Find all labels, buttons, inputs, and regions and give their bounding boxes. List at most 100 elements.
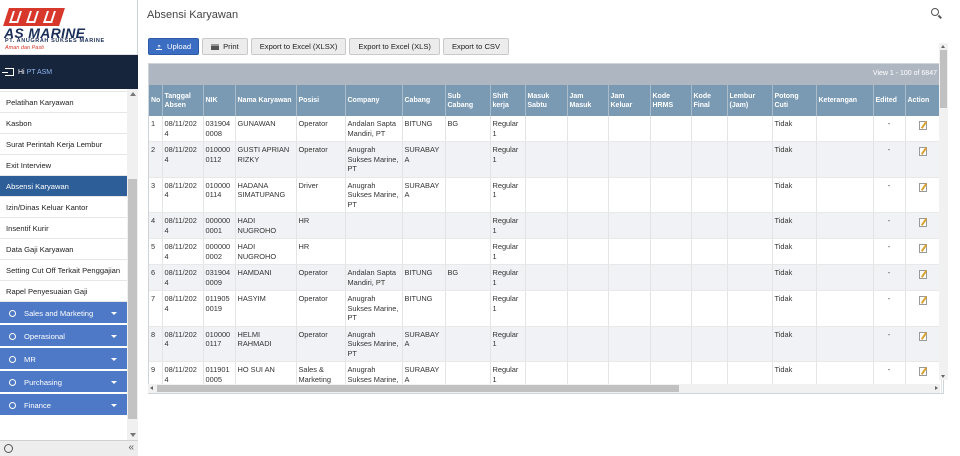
column-header[interactable]: Sub Cabang xyxy=(445,85,491,116)
table-cell xyxy=(567,326,609,362)
edit-icon[interactable] xyxy=(919,218,927,227)
column-header[interactable]: Jam Masuk xyxy=(567,85,609,116)
table-cell: 011905 0019 xyxy=(203,290,236,327)
user-bar[interactable]: Hi PT ASM xyxy=(0,55,138,89)
column-header[interactable]: Kode HRMS xyxy=(650,85,692,116)
table-cell[interactable] xyxy=(905,177,942,213)
table-row[interactable]: 7 08/11/2024 011905 0019 HASYIM Operator Anug… xyxy=(149,290,942,327)
edit-icon[interactable] xyxy=(919,367,927,376)
table-cell: Regular 1 xyxy=(490,141,526,178)
table-row[interactable]: 6 08/11/2024 031904 0009 HAMDANI Operator And… xyxy=(149,264,942,291)
table-row[interactable]: 5 08/11/2024 000000 0002 HADI NUGROHO HR Regu… xyxy=(149,238,942,265)
column-header[interactable]: Edited xyxy=(873,85,906,116)
sidebar-item-absensi-karyawan[interactable]: Absensi Karyawan xyxy=(0,176,127,197)
sidebar-group-mr[interactable]: MR xyxy=(0,348,127,371)
table-cell[interactable] xyxy=(905,116,942,142)
table-cell xyxy=(445,177,491,213)
sidebar-item-rapel-penyesuaian-gaji[interactable]: Rapel Penyesuaian Gaji xyxy=(0,281,127,302)
sidebar-item-izin-dinas-keluar-kantor[interactable]: Izin/Dinas Keluar Kantor xyxy=(0,197,127,218)
sidebar-scrollbar[interactable] xyxy=(127,89,138,440)
table-cell: - xyxy=(873,238,906,265)
grid-vscroll-thumb[interactable] xyxy=(940,50,947,108)
table-row[interactable]: 3 08/11/2024 010000 0114 HADANA SIMATUPANG D… xyxy=(149,177,942,213)
settings-icon[interactable] xyxy=(4,444,13,453)
export-csv-button[interactable]: Export to CSV xyxy=(442,38,510,55)
table-row[interactable]: 8 08/11/2024 010000 0117 HELMI RAHMADI Opera… xyxy=(149,326,942,362)
edit-icon[interactable] xyxy=(919,296,927,305)
table-cell[interactable] xyxy=(905,212,942,239)
scroll-right-icon[interactable] xyxy=(935,386,938,390)
column-header[interactable]: Cabang xyxy=(402,85,446,116)
column-header[interactable]: Lembur (Jam) xyxy=(727,85,773,116)
column-header[interactable]: Posisi xyxy=(296,85,346,116)
company-logo[interactable]: AS MARINE PT. ANUGRAH SUKSES MARINE Aman… xyxy=(0,0,137,55)
sidebar-item-exit-interview[interactable]: Exit Interview xyxy=(0,155,127,176)
grid-caption: View 1 - 100 of 6847 xyxy=(149,64,943,85)
column-header[interactable]: Tanggal Absen xyxy=(162,85,204,116)
scroll-up-icon[interactable] xyxy=(130,92,136,96)
table-cell xyxy=(402,238,446,265)
table-cell xyxy=(650,212,692,239)
edit-icon[interactable] xyxy=(919,147,927,156)
sidebar-item-insentif-kurir[interactable]: Insentif Kurir xyxy=(0,218,127,239)
sidebar-group-finance[interactable]: Finance xyxy=(0,394,127,417)
table-cell: Andalan Sapta Mandiri, PT xyxy=(345,264,403,291)
column-header[interactable]: NIK xyxy=(203,85,236,116)
sidebar-item-kasbon[interactable]: Kasbon xyxy=(0,113,127,134)
table-row[interactable]: 4 08/11/2024 000000 0001 HADI NUGROHO HR Regu… xyxy=(149,212,942,239)
table-cell[interactable] xyxy=(905,326,942,362)
scroll-down-icon[interactable] xyxy=(941,375,945,378)
edit-icon[interactable] xyxy=(919,331,927,341)
grid-vertical-scrollbar[interactable] xyxy=(939,43,948,380)
table-cell[interactable] xyxy=(905,264,942,291)
sidebar-group-label: Finance xyxy=(24,401,52,410)
edit-icon[interactable] xyxy=(919,270,927,279)
scroll-left-icon[interactable] xyxy=(150,386,153,390)
edit-icon[interactable] xyxy=(919,121,927,130)
column-header[interactable]: Potong Cuti xyxy=(772,85,817,116)
table-cell: 000000 0001 xyxy=(203,212,236,239)
sidebar-item-surat-perintah-kerja-lembur[interactable]: Surat Perintah Kerja Lembur xyxy=(0,134,127,155)
sidebar-group-sales-and-marketing[interactable]: Sales and Marketing xyxy=(0,302,127,325)
column-header[interactable]: Shift kerja xyxy=(490,85,526,116)
sidebar-item-setting-cut-off-terkait-penggajian[interactable]: Setting Cut Off Terkait Penggajian xyxy=(0,260,127,281)
table-row[interactable]: 1 08/11/2024 031904 0008 GUNAWAN Operator And… xyxy=(149,116,942,142)
table-cell xyxy=(816,238,874,265)
table-cell xyxy=(445,141,491,178)
collapse-sidebar-icon[interactable]: « xyxy=(128,442,134,453)
search-icon[interactable] xyxy=(931,8,943,20)
sidebar-item-pelatihan-karyawan[interactable]: Pelatihan Karyawan xyxy=(0,92,127,113)
table-cell: HASYIM xyxy=(235,290,297,327)
grid-hscroll-thumb[interactable] xyxy=(157,385,679,392)
column-header[interactable]: Action xyxy=(905,85,942,116)
scroll-down-icon[interactable] xyxy=(130,433,136,437)
logo-tagline: Aman dan Pasti xyxy=(5,45,44,51)
sidebar-group-purchasing[interactable]: Purchasing xyxy=(0,371,127,394)
print-button[interactable]: Print xyxy=(202,38,248,55)
table-cell[interactable] xyxy=(905,290,942,327)
column-header[interactable]: Jam Keluar xyxy=(608,85,651,116)
edit-icon[interactable] xyxy=(919,182,927,192)
table-cell: Regular 1 xyxy=(490,116,526,142)
user-name[interactable]: PT ASM xyxy=(27,69,53,76)
sidebar-group-operasional[interactable]: Operasional xyxy=(0,325,127,348)
column-header[interactable]: No xyxy=(149,85,163,116)
export-xlsx-button[interactable]: Export to Excel (XLSX) xyxy=(250,38,347,55)
column-header[interactable]: Masuk Sabtu xyxy=(525,85,568,116)
table-cell: BITUNG xyxy=(402,264,446,291)
table-cell: Anugrah Sukses Marine, PT xyxy=(345,326,403,362)
column-header[interactable]: Kode Final xyxy=(691,85,728,116)
table-cell[interactable] xyxy=(905,238,942,265)
sidebar-scroll-thumb[interactable] xyxy=(128,179,137,419)
edit-icon[interactable] xyxy=(919,244,927,253)
upload-button[interactable]: ⇡ Upload xyxy=(148,38,200,55)
scroll-up-icon[interactable] xyxy=(941,45,945,48)
grid-horizontal-scrollbar[interactable] xyxy=(148,384,940,393)
column-header[interactable]: Keterangan xyxy=(816,85,874,116)
table-row[interactable]: 2 08/11/2024 010000 0112 GUSTI APRIAN RIZKY… xyxy=(149,141,942,178)
export-xls-button[interactable]: Export to Excel (XLS) xyxy=(349,38,440,55)
sidebar-item-data-gaji-karyawan[interactable]: Data Gaji Karyawan xyxy=(0,239,127,260)
table-cell[interactable] xyxy=(905,141,942,178)
column-header[interactable]: Nama Karyawan xyxy=(235,85,297,116)
column-header[interactable]: Company xyxy=(345,85,403,116)
